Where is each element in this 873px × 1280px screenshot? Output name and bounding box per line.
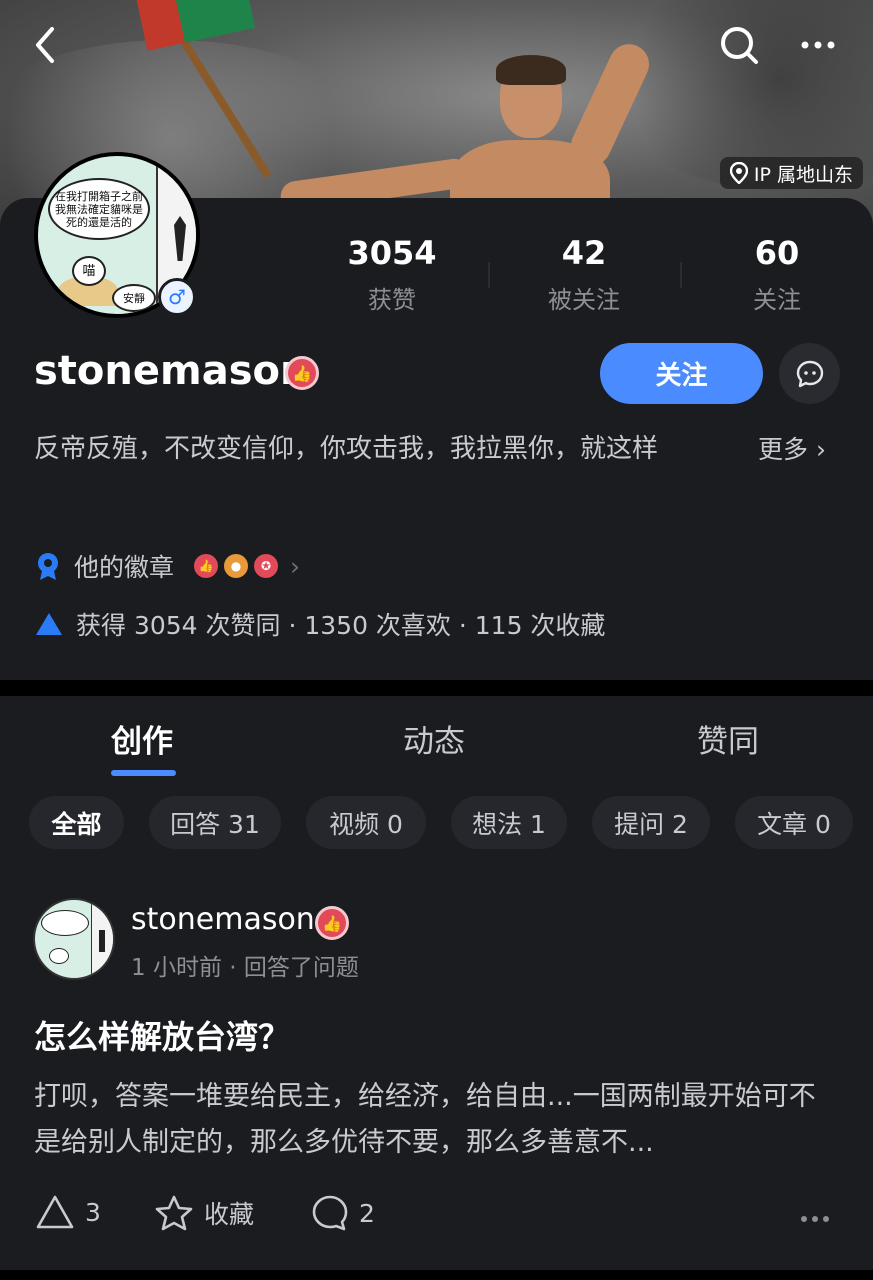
- more-options-button[interactable]: [795, 22, 841, 68]
- chip-questions[interactable]: 提问 2: [592, 796, 710, 849]
- badge-ribbon-icon: [38, 553, 58, 580]
- search-button[interactable]: [716, 22, 762, 68]
- avatar-speech-bubble: 安靜: [112, 284, 156, 312]
- ip-location-badge: IP 属地山东: [719, 157, 863, 189]
- person-badge-icon: ●: [224, 554, 249, 578]
- stat-label: 被关注: [548, 286, 620, 314]
- upvote-button[interactable]: 3: [35, 1194, 101, 1230]
- chip-thoughts[interactable]: 想法 1: [451, 796, 567, 849]
- triangle-upvote-icon: [36, 613, 62, 635]
- badges-label: 他的徽章: [74, 553, 175, 582]
- tab-activity[interactable]: 动态: [403, 716, 465, 761]
- award-badge-icon: ✪: [254, 554, 279, 578]
- tab-creations[interactable]: 创作: [111, 716, 173, 761]
- triangle-upvote-icon: [36, 1195, 74, 1229]
- stat-label: 关注: [753, 286, 801, 314]
- comment-icon: [312, 1195, 348, 1231]
- search-icon: [721, 27, 758, 64]
- chip-answers[interactable]: 回答 31: [149, 796, 281, 849]
- stat-likes[interactable]: 3054 获赞: [312, 234, 472, 315]
- comment-button[interactable]: 2: [311, 1194, 375, 1232]
- bio-more-link[interactable]: 更多 ›: [758, 430, 826, 466]
- more-horizontal-icon: [801, 41, 835, 49]
- post-author-avatar[interactable]: [33, 898, 115, 980]
- content-area: [0, 696, 873, 1270]
- upvote-badge-icon: 👍: [315, 906, 349, 940]
- upvote-badge-icon: 👍: [194, 554, 219, 578]
- more-horizontal-icon: [801, 1216, 829, 1222]
- stat-following[interactable]: 60 关注: [697, 234, 857, 315]
- post-excerpt[interactable]: 打呗，答案一堆要给民主，给经济，给自由...一国两制最开始可不是给别人制定的，那…: [34, 1074, 842, 1166]
- post-meta: 1 小时前 · 回答了问题: [131, 955, 359, 981]
- divider: [488, 262, 490, 288]
- engagement-stats: 获得 3054 次赞同 · 1350 次喜欢 · 115 次收藏: [34, 606, 605, 642]
- post-title[interactable]: 怎么样解放台湾？: [34, 1012, 290, 1058]
- avatar-speech-bubble: 在我打開箱子之前我無法確定貓咪是死的還是活的: [48, 178, 150, 240]
- chip-all[interactable]: 全部: [29, 796, 124, 849]
- follow-button[interactable]: 关注: [600, 343, 763, 404]
- message-button[interactable]: [779, 343, 840, 404]
- chat-icon: [796, 360, 823, 387]
- stat-number: 60: [754, 234, 800, 272]
- back-icon: [36, 27, 54, 63]
- back-button[interactable]: [22, 22, 68, 68]
- chip-videos[interactable]: 视频 0: [306, 796, 426, 849]
- badge-list: 👍 ● ✪: [194, 554, 279, 578]
- collect-label: 收藏: [204, 1200, 255, 1229]
- collect-button[interactable]: 收藏: [154, 1194, 254, 1232]
- ip-location-text: IP 属地山东: [753, 163, 853, 186]
- avatar-art: [49, 948, 69, 964]
- stat-number: 42: [561, 234, 607, 272]
- cover-figure-hair: [496, 55, 566, 85]
- stat-label: 获赞: [368, 286, 416, 314]
- avatar-art: [41, 910, 89, 936]
- post-more-button[interactable]: [800, 1200, 830, 1230]
- avatar-art: [99, 930, 105, 952]
- comment-count: 2: [359, 1198, 375, 1228]
- tab-upvoted[interactable]: 赞同: [697, 716, 759, 761]
- stat-number: 3054: [347, 234, 437, 272]
- badges-row[interactable]: 他的徽章 👍 ● ✪ ›: [34, 548, 300, 584]
- avatar-speech-bubble: 喵: [72, 256, 106, 286]
- chevron-right-icon: ›: [290, 551, 301, 581]
- upvote-badge-icon: 👍: [285, 356, 319, 390]
- active-tab-indicator: [111, 770, 176, 776]
- post-author-name[interactable]: stonemason: [131, 902, 315, 937]
- location-pin-icon: [729, 162, 748, 184]
- engagement-text: 获得 3054 次赞同 · 1350 次喜欢 · 115 次收藏: [76, 611, 606, 640]
- username: stonemason: [34, 348, 309, 394]
- gender-male-icon: ♂: [158, 278, 196, 316]
- chip-articles[interactable]: 文章 0: [735, 796, 853, 849]
- upvote-count: 3: [85, 1197, 101, 1227]
- bio-text: 反帝反殖，不改变信仰，你攻击我，我拉黑你，就这样: [34, 434, 659, 464]
- star-icon: [155, 1195, 193, 1231]
- stat-followers[interactable]: 42 被关注: [504, 234, 664, 315]
- divider: [680, 262, 682, 288]
